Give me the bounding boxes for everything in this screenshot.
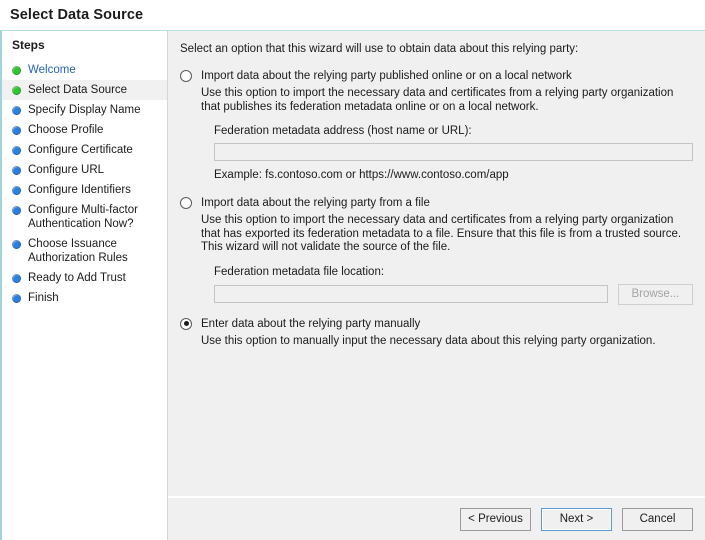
step-status-dot-icon [12, 166, 21, 175]
radio-manual-entry[interactable] [180, 317, 192, 330]
wizard-body: Steps Welcome Select Data Source Specify D… [0, 31, 705, 540]
step-status-dot-icon [12, 274, 21, 283]
federation-address-group: Federation metadata address (host name o… [214, 125, 697, 161]
sidebar-step-label: Configure URL [28, 164, 105, 176]
option-import-file-label[interactable]: Import data about the relying party from… [201, 196, 430, 210]
option-manual-entry-description: Use this option to manually input the ne… [201, 334, 656, 347]
wizard-footer: < Previous Next > Cancel [168, 496, 705, 540]
sidebar-step-label: Choose Profile [28, 124, 104, 136]
federation-file-input[interactable] [214, 285, 608, 303]
option-import-online: Import data about the relying party publ… [180, 69, 697, 182]
step-status-dot-icon [12, 86, 21, 95]
federation-file-label: Federation metadata file location: [214, 265, 385, 278]
sidebar-step-7[interactable]: Configure Multi-factor Authentication No… [2, 200, 167, 234]
sidebar-step-label: Select Data Source [28, 84, 128, 96]
sidebar-step-label: Configure Multi-factor Authentication No… [28, 204, 138, 230]
sidebar-step-8[interactable]: Choose Issuance Authorization Rules [2, 234, 167, 268]
sidebar-step-label: Welcome [28, 64, 76, 76]
step-status-dot-icon [12, 146, 21, 155]
federation-address-example: Example: fs.contoso.com or https://www.c… [214, 169, 509, 181]
step-status-dot-icon [12, 106, 21, 115]
cancel-button[interactable]: Cancel [622, 507, 693, 531]
federation-address-input[interactable] [214, 143, 693, 161]
wizard-header: Select Data Source [0, 0, 705, 31]
option-import-online-label[interactable]: Import data about the relying party publ… [201, 69, 572, 83]
sidebar-step-1[interactable]: Select Data Source [2, 80, 167, 100]
sidebar-step-label: Ready to Add Trust [28, 272, 126, 284]
instruction-text: Select an option that this wizard will u… [180, 43, 579, 55]
option-manual-entry: Enter data about the relying party manua… [180, 317, 697, 349]
next-button[interactable]: Next > [541, 507, 612, 531]
content-inner: Select an option that this wizard will u… [168, 31, 705, 496]
sidebar-step-2[interactable]: Specify Display Name [2, 100, 167, 120]
federation-address-row [214, 143, 693, 161]
sidebar-step-0[interactable]: Welcome [2, 60, 167, 80]
sidebar-step-9[interactable]: Ready to Add Trust [2, 268, 167, 288]
step-status-dot-icon [12, 186, 21, 195]
sidebar-step-label: Configure Certificate [28, 144, 133, 156]
sidebar-step-10[interactable]: Finish [2, 288, 167, 308]
sidebar-step-5[interactable]: Configure URL [2, 160, 167, 180]
option-import-file: Import data about the relying party from… [180, 196, 697, 305]
step-status-dot-icon [12, 126, 21, 135]
steps-list: Welcome Select Data Source Specify Display… [2, 60, 167, 308]
page-title: Select Data Source [10, 7, 144, 23]
sidebar-step-6[interactable]: Configure Identifiers [2, 180, 167, 200]
wizard-window: Select Data Source Steps Welcome Select D… [0, 0, 705, 540]
step-status-dot-icon [12, 66, 21, 75]
step-status-dot-icon [12, 240, 21, 249]
option-import-file-description: Use this option to import the necessary … [201, 214, 682, 253]
option-import-online-row[interactable]: Import data about the relying party publ… [180, 69, 697, 83]
steps-heading: Steps [12, 38, 45, 52]
federation-file-group: Federation metadata file location: Brows… [214, 266, 697, 305]
option-manual-entry-label[interactable]: Enter data about the relying party manua… [201, 317, 420, 331]
step-status-dot-icon [12, 206, 21, 215]
option-import-online-description: Use this option to import the necessary … [201, 87, 674, 113]
sidebar-step-label: Choose Issuance Authorization Rules [28, 238, 128, 264]
option-manual-entry-row[interactable]: Enter data about the relying party manua… [180, 317, 697, 331]
sidebar-step-label: Specify Display Name [28, 104, 141, 116]
sidebar-step-label: Finish [28, 292, 59, 304]
browse-button[interactable]: Browse... [617, 283, 693, 305]
previous-button[interactable]: < Previous [460, 507, 531, 531]
sidebar-step-label: Configure Identifiers [28, 184, 131, 196]
option-import-file-row[interactable]: Import data about the relying party from… [180, 196, 697, 210]
radio-import-online[interactable] [180, 70, 192, 82]
radio-import-file[interactable] [180, 197, 192, 209]
sidebar-step-4[interactable]: Configure Certificate [2, 140, 167, 160]
steps-sidebar: Steps Welcome Select Data Source Specify D… [2, 31, 168, 540]
sidebar-step-3[interactable]: Choose Profile [2, 120, 167, 140]
federation-file-row: Browse... [214, 283, 693, 305]
step-status-dot-icon [12, 294, 21, 303]
federation-address-label: Federation metadata address (host name o… [214, 125, 472, 137]
content-panel: Select an option that this wizard will u… [168, 31, 705, 540]
